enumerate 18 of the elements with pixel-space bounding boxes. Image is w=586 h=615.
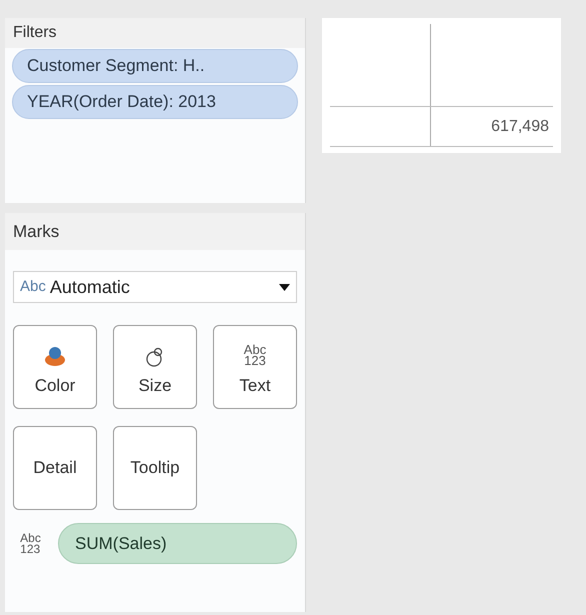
size-icon — [145, 346, 165, 366]
mark-type-icon: Abc — [20, 276, 46, 298]
text-icon: Abc 123 — [244, 344, 266, 366]
panel-title: Filters — [13, 23, 57, 43]
mark-type-dropdown[interactable]: Abc Automatic — [13, 271, 297, 303]
mark-button[interactable]: Detail — [13, 426, 97, 510]
filter-pill[interactable]: Customer Segment: H.. — [12, 49, 298, 83]
mark-button[interactable]: Color — [13, 325, 97, 409]
mark-button[interactable]: Tooltip — [113, 426, 197, 510]
color-icon — [44, 344, 66, 366]
panel-title: Marks — [13, 220, 60, 243]
field-pill[interactable]: SUM(Sales) — [58, 523, 297, 564]
text-icon: Abc 123 — [13, 533, 48, 554]
mark-button[interactable]: Size — [113, 325, 197, 409]
table-cell-text: 617,498 — [491, 116, 549, 136]
caret-icon — [279, 284, 290, 290]
mark-button[interactable]: Abc 123 Text — [213, 325, 297, 409]
filter-pill[interactable]: YEAR(Order Date): 2013 — [12, 85, 298, 119]
